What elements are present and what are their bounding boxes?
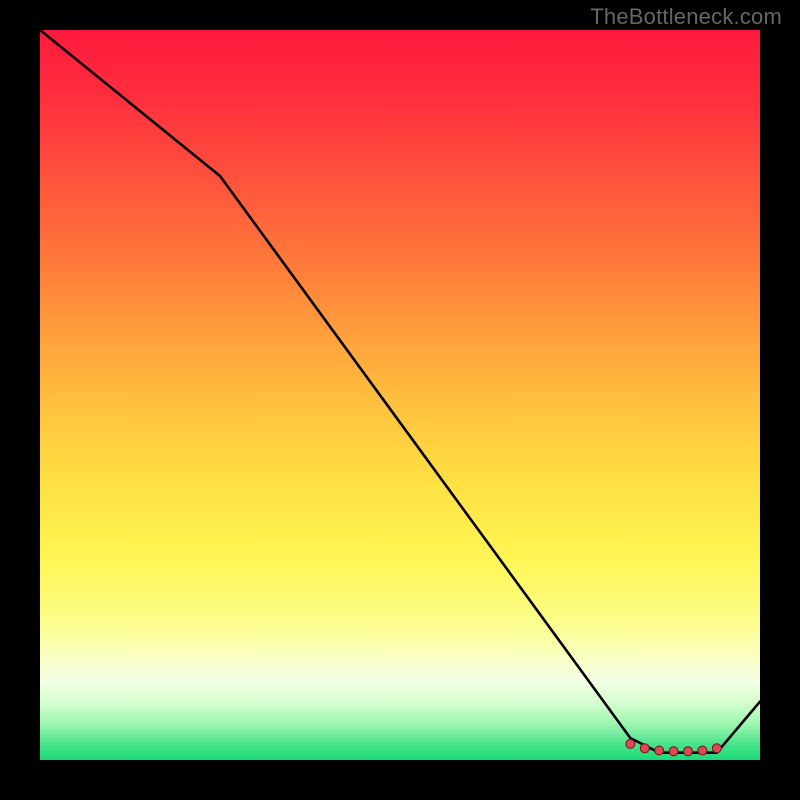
line-overlay <box>40 30 760 760</box>
chart-frame: TheBottleneck.com <box>0 0 800 800</box>
marker-dot <box>669 747 678 756</box>
curve-path <box>40 30 760 753</box>
marker-dot <box>684 747 693 756</box>
watermark-text: TheBottleneck.com <box>590 4 782 30</box>
marker-dot <box>626 739 635 748</box>
marker-dot <box>640 744 649 753</box>
marker-dot <box>698 746 707 755</box>
marker-dot <box>655 746 664 755</box>
plot-area <box>40 30 760 760</box>
marker-dot <box>712 744 721 753</box>
